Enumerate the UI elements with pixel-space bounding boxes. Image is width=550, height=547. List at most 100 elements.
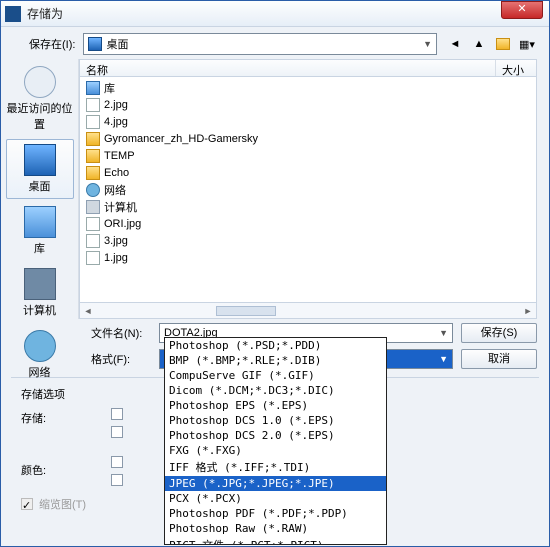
thumbnail-checkbox: ✓ (21, 498, 33, 510)
folder-icon (86, 132, 100, 146)
places-item[interactable]: 桌面 (6, 139, 74, 199)
save-button[interactable]: 保存(S) (461, 323, 537, 343)
list-item[interactable]: 2.jpg (80, 96, 536, 113)
scroll-right-icon[interactable]: ► (520, 306, 536, 316)
scroll-thumb[interactable] (216, 306, 276, 316)
list-item-label: TEMP (104, 150, 135, 162)
dropdown-item[interactable]: FXG (*.FXG) (165, 443, 386, 458)
places-item[interactable]: 网络 (6, 325, 74, 385)
places-label: 计算机 (7, 302, 73, 318)
list-item-label: Echo (104, 167, 129, 179)
file-icon (86, 217, 100, 231)
list-item-label: 2.jpg (104, 99, 128, 111)
dropdown-item[interactable]: Dicom (*.DCM;*.DC3;*.DIC) (165, 383, 386, 398)
net-icon (24, 330, 56, 362)
places-label: 最近访问的位置 (7, 100, 73, 132)
lookin-combo[interactable]: 桌面 ▼ (83, 33, 437, 55)
list-item[interactable]: ORI.jpg (80, 215, 536, 232)
list-item-label: 4.jpg (104, 116, 128, 128)
pc-icon (86, 200, 100, 214)
dropdown-item[interactable]: Photoshop Raw (*.RAW) (165, 521, 386, 536)
list-item[interactable]: 网络 (80, 181, 536, 198)
places-item[interactable]: 最近访问的位置 (6, 61, 74, 137)
list-item-label: ORI.jpg (104, 218, 141, 230)
window-title: 存储为 (27, 5, 545, 22)
dropdown-item[interactable]: Photoshop DCS 1.0 (*.EPS) (165, 413, 386, 428)
file-list[interactable]: 库 2.jpg 4.jpg Gyromancer_zh_HD-Gamersky TEMP… (79, 77, 537, 303)
up-button[interactable]: ▲ (469, 34, 489, 54)
pc-icon (24, 268, 56, 300)
places-label: 桌面 (7, 178, 73, 194)
cancel-button[interactable]: 取消 (461, 349, 537, 369)
close-button[interactable]: ✕ (501, 1, 543, 19)
file-icon (86, 115, 100, 129)
format-dropdown-list[interactable]: Photoshop (*.PSD;*.PDD)BMP (*.BMP;*.RLE;… (164, 337, 387, 545)
dropdown-item[interactable]: PICT 文件 (*.PCT;*.PICT) (165, 536, 386, 545)
list-item-label: 库 (104, 80, 115, 96)
dropdown-item[interactable]: CompuServe GIF (*.GIF) (165, 368, 386, 383)
net-icon (86, 183, 100, 197)
places-label: 网络 (7, 364, 73, 380)
dropdown-item[interactable]: JPEG (*.JPG;*.JPEG;*.JPE) (165, 476, 386, 491)
folder-icon (86, 166, 100, 180)
dropdown-item[interactable]: IFF 格式 (*.IFF;*.TDI) (165, 458, 386, 476)
column-name[interactable]: 名称 (80, 60, 496, 76)
places-bar: 最近访问的位置桌面库计算机网络 (1, 59, 79, 319)
file-icon (86, 251, 100, 265)
dropdown-item[interactable]: PCX (*.PCX) (165, 491, 386, 506)
list-item-label: 计算机 (104, 199, 137, 215)
view-menu-button[interactable]: ▦▾ (517, 34, 537, 54)
list-header[interactable]: 名称 大小 (79, 59, 537, 77)
options-heading: 存储选项 (21, 386, 101, 402)
desktop-icon (88, 37, 102, 51)
list-item-label: 1.jpg (104, 252, 128, 264)
back-button[interactable]: ◄ (445, 34, 465, 54)
clock-icon (24, 66, 56, 98)
color-checkbox-2[interactable] (111, 474, 123, 486)
dropdown-item[interactable]: BMP (*.BMP;*.RLE;*.DIB) (165, 353, 386, 368)
dropdown-item[interactable]: Photoshop PDF (*.PDF;*.PDP) (165, 506, 386, 521)
horizontal-scrollbar[interactable]: ◄ ► (79, 303, 537, 319)
list-item-label: Gyromancer_zh_HD-Gamersky (104, 133, 258, 145)
color-label: 颜色: (21, 462, 101, 478)
store-checkbox-1[interactable] (111, 408, 123, 420)
toolbar: ◄ ▲ ▦▾ (445, 34, 537, 54)
list-item-label: 网络 (104, 182, 126, 198)
dropdown-item[interactable]: Photoshop EPS (*.EPS) (165, 398, 386, 413)
places-label: 库 (7, 240, 73, 256)
new-folder-button[interactable] (493, 34, 513, 54)
dropdown-item[interactable]: Photoshop DCS 2.0 (*.EPS) (165, 428, 386, 443)
store-checkbox-2[interactable] (111, 426, 123, 438)
store-label: 存储: (21, 410, 101, 426)
folder-icon (86, 149, 100, 163)
column-size[interactable]: 大小 (496, 60, 536, 76)
lookin-value: 桌面 (106, 36, 128, 52)
monitor-icon (24, 144, 56, 176)
list-item[interactable]: Echo (80, 164, 536, 181)
lib-icon (86, 81, 100, 95)
chevron-down-icon[interactable]: ▼ (439, 328, 448, 338)
folder-icon (496, 38, 510, 50)
list-item-label: 3.jpg (104, 235, 128, 247)
list-item[interactable]: TEMP (80, 147, 536, 164)
file-icon (86, 234, 100, 248)
format-label: 格式(F): (91, 351, 151, 367)
lookin-label: 保存在(I): (29, 36, 75, 52)
list-item[interactable]: 4.jpg (80, 113, 536, 130)
list-item[interactable]: Gyromancer_zh_HD-Gamersky (80, 130, 536, 147)
places-item[interactable]: 计算机 (6, 263, 74, 323)
list-item[interactable]: 库 (80, 79, 536, 96)
titlebar[interactable]: 存储为 ✕ (1, 1, 549, 27)
thumbnail-label: 缩览图(T) (39, 496, 86, 512)
color-checkbox-1[interactable] (111, 456, 123, 468)
list-item[interactable]: 计算机 (80, 198, 536, 215)
list-item[interactable]: 3.jpg (80, 232, 536, 249)
chevron-down-icon[interactable]: ▼ (423, 39, 432, 49)
save-as-dialog: 存储为 ✕ 保存在(I): 桌面 ▼ ◄ ▲ ▦▾ 最近访问的位置桌面库计算机网… (0, 0, 550, 547)
scroll-left-icon[interactable]: ◄ (80, 306, 96, 316)
filename-label: 文件名(N): (91, 325, 151, 341)
chevron-down-icon[interactable]: ▼ (439, 354, 448, 364)
list-item[interactable]: 1.jpg (80, 249, 536, 266)
places-item[interactable]: 库 (6, 201, 74, 261)
dropdown-item[interactable]: Photoshop (*.PSD;*.PDD) (165, 338, 386, 353)
